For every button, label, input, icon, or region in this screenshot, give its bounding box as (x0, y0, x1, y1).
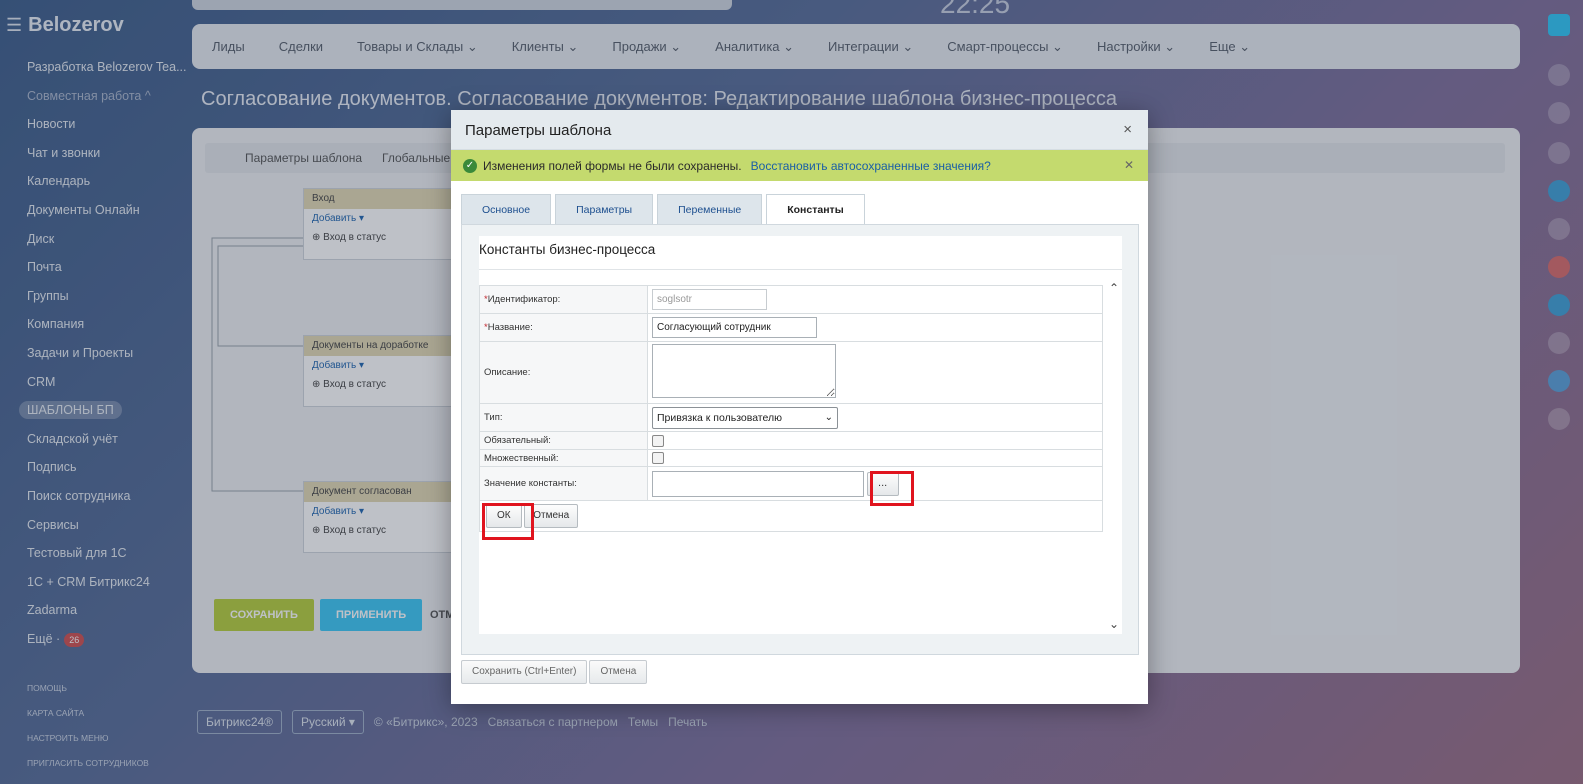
constant-value-field[interactable] (652, 470, 864, 497)
dialog-title: Параметры шаблона (465, 122, 612, 139)
desc-label: Описание: (479, 341, 648, 404)
id-cell: soglsotr (647, 285, 1103, 314)
name-label: *Название: (479, 313, 648, 342)
required-label: Обязательный: (479, 431, 648, 450)
id-label: *Идентификатор: (479, 285, 648, 314)
template-params-dialog: Параметры шаблона × ✓ Изменения полей фо… (451, 110, 1148, 704)
scroll-down-icon[interactable]: ⌄ (1109, 617, 1119, 631)
notice-text: Изменения полей формы не были сохранены. (483, 158, 742, 173)
save-button[interactable]: Сохранить (Ctrl+Enter) (461, 660, 588, 684)
name-field[interactable]: Согласующий сотрудник (652, 317, 817, 338)
form-row: Значение константы: ... (479, 466, 1103, 501)
form-row: Тип: Привязка к пользователю ⌄ (479, 403, 1103, 432)
cancel-button[interactable]: Отмена (589, 660, 648, 684)
tab-panel: Константы бизнес-процесса ⌃ ⌄ *Идентифик… (461, 224, 1139, 655)
autosave-notice: ✓ Изменения полей формы не были сохранен… (451, 150, 1148, 181)
form-row: Множественный: (479, 449, 1103, 467)
type-select-value: Привязка к пользователю (657, 411, 782, 424)
dialog-tabs: Основное Параметры Переменные Константы (461, 194, 865, 226)
type-label: Тип: (479, 403, 648, 432)
section-title: Константы бизнес-процесса (479, 242, 656, 257)
description-textarea[interactable] (652, 344, 836, 398)
highlight-frame (870, 471, 914, 506)
id-label-text: Идентификатор: (487, 294, 561, 305)
tab-main[interactable]: Основное (461, 194, 552, 225)
required-checkbox[interactable] (652, 434, 664, 447)
form-row: *Идентификатор: soglsotr (479, 285, 1103, 314)
desc-cell (647, 341, 1103, 404)
type-select[interactable]: Привязка к пользователю ⌄ (652, 406, 838, 429)
form-row: ОК Отмена (479, 500, 1103, 532)
scroll-up-icon[interactable]: ⌃ (1109, 281, 1119, 295)
tab-parameters[interactable]: Параметры (555, 194, 654, 225)
constants-section: Константы бизнес-процесса ⌃ ⌄ *Идентифик… (479, 236, 1122, 634)
name-cell: Согласующий сотрудник (647, 313, 1103, 342)
form-row: Обязательный: (479, 431, 1103, 450)
tab-variables[interactable]: Переменные (657, 194, 763, 225)
tab-constants[interactable]: Константы (766, 194, 865, 226)
name-label-text: Название: (487, 322, 533, 333)
highlight-frame (482, 503, 534, 540)
check-icon: ✓ (463, 158, 477, 173)
notice-close-icon[interactable]: ✕ (1124, 158, 1134, 172)
multiple-label: Множественный: (479, 449, 648, 467)
divider (479, 269, 1122, 270)
dialog-header: Параметры шаблона × (451, 110, 1148, 150)
type-cell: Привязка к пользователю ⌄ (647, 403, 1103, 432)
value-label: Значение константы: (479, 466, 648, 501)
form-row: Описание: (479, 341, 1103, 404)
multiple-cell (647, 449, 1103, 467)
constant-form: *Идентификатор: soglsotr *Название: Согл… (479, 285, 1103, 532)
restore-autosave-link[interactable]: Восстановить автосохраненные значения? (751, 159, 991, 173)
id-field: soglsotr (652, 289, 767, 310)
multiple-checkbox[interactable] (652, 452, 664, 464)
required-cell (647, 431, 1103, 450)
close-icon[interactable]: × (1123, 121, 1132, 138)
chevron-down-icon: ⌄ (824, 411, 833, 423)
form-row: *Название: Согласующий сотрудник (479, 313, 1103, 342)
dialog-buttons: Сохранить (Ctrl+Enter) Отмена (461, 660, 648, 684)
form-actions: ОК Отмена (479, 500, 1103, 532)
